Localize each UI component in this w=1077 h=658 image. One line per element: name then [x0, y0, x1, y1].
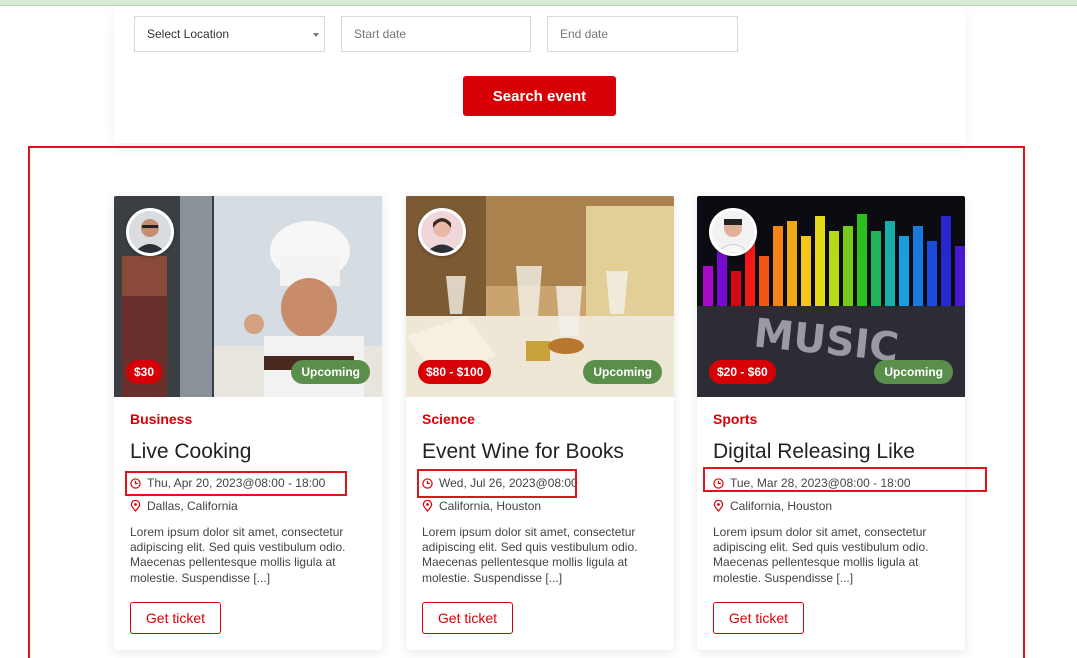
- location-select[interactable]: Select Location: [134, 16, 325, 52]
- end-date-field[interactable]: End date: [547, 16, 738, 52]
- date-highlight-box: [703, 467, 987, 492]
- event-image[interactable]: $30 Upcoming: [114, 196, 382, 397]
- organizer-avatar: [418, 208, 466, 256]
- search-event-button[interactable]: Search event: [463, 76, 616, 116]
- event-category[interactable]: Science: [422, 411, 475, 427]
- start-date-field[interactable]: Start date: [341, 16, 531, 52]
- get-ticket-button[interactable]: Get ticket: [130, 602, 221, 634]
- price-badge: $20 - $60: [709, 360, 776, 384]
- event-image[interactable]: MUSIC $20 - $60 Upcoming: [697, 196, 965, 397]
- event-image[interactable]: $80 - $100 Upcoming: [406, 196, 674, 397]
- map-pin-icon: [130, 500, 141, 512]
- map-pin-icon: [713, 500, 724, 512]
- date-highlight-box: [125, 471, 347, 496]
- status-badge: Upcoming: [583, 360, 662, 384]
- event-category[interactable]: Business: [130, 411, 192, 427]
- event-title[interactable]: Event Wine for Books: [422, 440, 624, 464]
- event-description: Lorem ipsum dolor sit amet, consectetur …: [130, 525, 346, 585]
- event-location: Dallas, California: [130, 499, 238, 513]
- event-description: Lorem ipsum dolor sit amet, consectetur …: [713, 525, 929, 585]
- location-select-value: Select Location: [147, 27, 230, 41]
- event-card[interactable]: $30 Upcoming Business Live Cooking Thu, …: [114, 196, 382, 650]
- status-badge: Upcoming: [291, 360, 370, 384]
- organizer-avatar: [709, 208, 757, 256]
- chevron-down-icon: [313, 33, 319, 37]
- start-date-placeholder: Start date: [354, 27, 407, 41]
- event-description: Lorem ipsum dolor sit amet, consectetur …: [422, 525, 638, 585]
- event-location: California, Houston: [422, 499, 541, 513]
- event-search-panel: Select Location Start date End date Sear…: [114, 6, 965, 143]
- event-location-text: California, Houston: [439, 499, 542, 513]
- event-title[interactable]: Digital Releasing Like: [713, 440, 915, 464]
- event-title[interactable]: Live Cooking: [130, 440, 251, 464]
- event-location: California, Houston: [713, 499, 832, 513]
- map-pin-icon: [422, 500, 433, 512]
- status-badge: Upcoming: [874, 360, 953, 384]
- price-badge: $30: [126, 360, 163, 384]
- get-ticket-button[interactable]: Get ticket: [713, 602, 804, 634]
- price-badge: $80 - $100: [418, 360, 492, 384]
- event-card[interactable]: $80 - $100 Upcoming Science Event Wine f…: [406, 196, 674, 650]
- organizer-avatar: [126, 208, 174, 256]
- get-ticket-button[interactable]: Get ticket: [422, 602, 513, 634]
- date-highlight-box: [417, 469, 577, 498]
- event-card[interactable]: MUSIC $20 - $60 Upcoming Sports Digital …: [697, 196, 965, 650]
- event-location-text: California, Houston: [730, 499, 833, 513]
- event-location-text: Dallas, California: [147, 499, 238, 513]
- event-category[interactable]: Sports: [713, 411, 757, 427]
- end-date-placeholder: End date: [560, 27, 609, 41]
